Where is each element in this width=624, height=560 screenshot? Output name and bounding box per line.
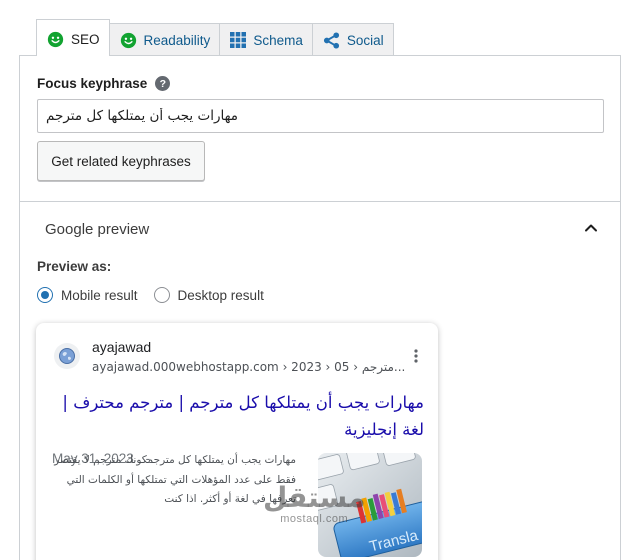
desktop-result-label[interactable]: Desktop result	[178, 288, 264, 303]
chevron-up-icon[interactable]	[583, 220, 599, 236]
desktop-result-radio[interactable]	[153, 287, 170, 303]
preview-mode-radios: Mobile result Desktop result	[37, 287, 264, 303]
smile-icon	[47, 31, 64, 47]
tab-social-label: Social	[346, 32, 384, 48]
mobile-result-label[interactable]: Mobile result	[61, 288, 138, 303]
watermark: مستقل mostaql.com	[263, 481, 366, 526]
result-snippet-text: مهارات يجب أن يمتلكها كل مترجمكونك مترجم…	[54, 454, 296, 505]
help-icon[interactable]: ?	[155, 76, 171, 91]
watermark-sub: mostaql.com	[280, 513, 349, 525]
result-site-name: ayajawad	[92, 339, 152, 355]
tab-schema[interactable]: Schema	[219, 23, 313, 56]
get-related-keyphrases-button[interactable]: Get related keyphrases	[37, 141, 205, 181]
watermark-main: مستقل	[263, 481, 366, 514]
globe-icon	[54, 343, 80, 369]
tab-seo[interactable]: SEO	[36, 19, 110, 56]
more-vert-icon[interactable]	[414, 349, 418, 363]
result-snippet: مهارات يجب أن يمتلكها كل مترجمكونك مترجم…	[52, 451, 296, 510]
focus-keyphrase-input[interactable]	[37, 99, 604, 133]
tab-readability[interactable]: Readability	[108, 23, 221, 56]
section-divider	[20, 201, 620, 202]
mobile-result-radio[interactable]	[37, 287, 53, 303]
smile-icon	[120, 32, 136, 48]
result-url: ayajawad.000webhostapp.com › 2023 › 05 ›…	[92, 360, 406, 374]
tab-readability-label: Readability	[143, 32, 211, 48]
preview-as-label: Preview as:	[37, 259, 112, 274]
metabox-tabs: SEO Readability Schema Social	[36, 19, 394, 56]
focus-keyphrase-label-row: Focus keyphrase ?	[37, 76, 171, 91]
tab-schema-label: Schema	[253, 32, 303, 48]
focus-keyphrase-label: Focus keyphrase	[37, 76, 148, 91]
google-preview-title[interactable]: Google preview	[45, 221, 149, 238]
grid-icon	[230, 32, 247, 48]
tab-social[interactable]: Social	[311, 23, 394, 56]
result-title-link[interactable]: مهارات يجب أن يمتلكها كل مترجم | مترجم م…	[52, 389, 424, 443]
tab-seo-label: SEO	[71, 31, 100, 47]
focus-keyphrase-section: Focus keyphrase ? Get related keyphrases	[20, 56, 620, 201]
share-icon	[323, 31, 339, 49]
google-result-card: ayajawad ayajawad.000webhostapp.com › 20…	[36, 323, 438, 560]
